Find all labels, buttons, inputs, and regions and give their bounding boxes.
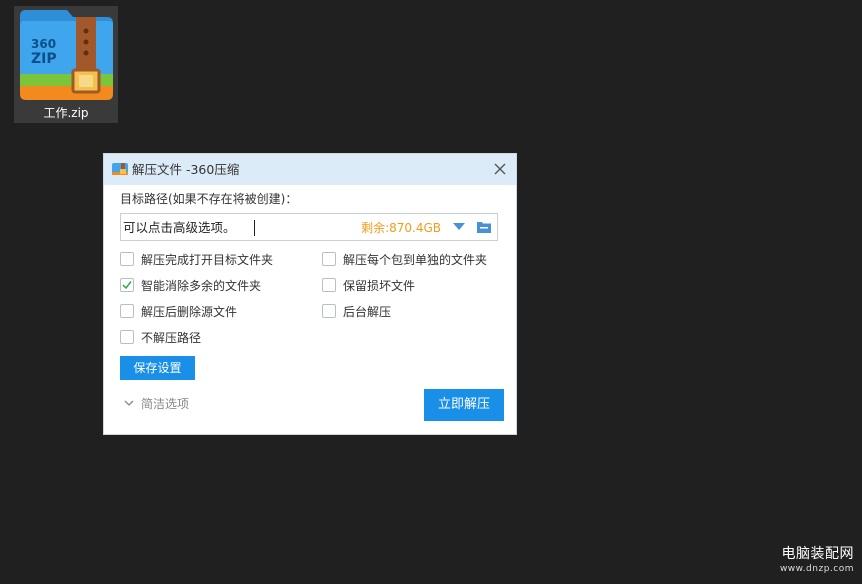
browse-folder-icon[interactable] [477,221,491,233]
dialog-title: 解压文件 -360压缩 [132,162,240,177]
option-label: 解压每个包到单独的文件夹 [343,253,488,267]
simple-options-label: 简洁选项 [141,397,190,411]
dialog-titlebar: 解压文件 -360压缩 [104,154,516,185]
checkbox[interactable] [120,304,134,318]
icon-art-text-zip: ZIP [31,51,57,67]
site-watermark: 电脑装配网 www.dnzp.com [780,546,854,575]
zip-archive-icon: 360 ZIP [20,10,113,100]
checkbox[interactable] [322,304,336,318]
option-label: 保留损坏文件 [343,279,416,293]
desktop-file-icon[interactable]: 360 ZIP 工作.zip [14,6,118,123]
target-path-input[interactable]: 可以点击高级选项。 剩余:870.4GB [120,213,498,241]
option-label: 解压完成打开目标文件夹 [141,253,274,267]
watermark-url: www.dnzp.com [779,564,854,574]
dropdown-arrow-icon[interactable] [453,223,465,231]
watermark-title: 电脑装配网 [781,546,854,562]
option-label: 智能消除多余的文件夹 [141,279,262,293]
chevron-down-icon [124,400,134,406]
option-label: 不解压路径 [141,331,202,345]
checkbox[interactable] [322,252,336,266]
360zip-app-icon [112,163,128,175]
checkbox[interactable] [120,252,134,266]
check-icon [122,281,132,290]
free-space-label: 剩余:870.4GB [361,221,441,235]
checkbox[interactable] [120,330,134,344]
text-caret [254,220,255,236]
desktop-file-label: 工作.zip [43,106,89,120]
save-settings-button[interactable]: 保存设置 [120,356,195,380]
option-label: 后台解压 [343,305,392,319]
close-icon[interactable] [492,161,508,177]
target-path-value: 可以点击高级选项。 [123,220,236,235]
icon-art-text-360: 360 [31,37,56,51]
checkbox[interactable] [322,278,336,292]
target-path-label: 目标路径(如果不存在将被创建)： [120,192,298,206]
checkbox-checked[interactable] [120,278,134,292]
extract-now-button[interactable]: 立即解压 [424,389,504,421]
extract-dialog: 解压文件 -360压缩 目标路径(如果不存在将被创建)： 可以点击高级选项。 剩… [104,154,516,434]
option-label: 解压后删除源文件 [141,305,238,319]
